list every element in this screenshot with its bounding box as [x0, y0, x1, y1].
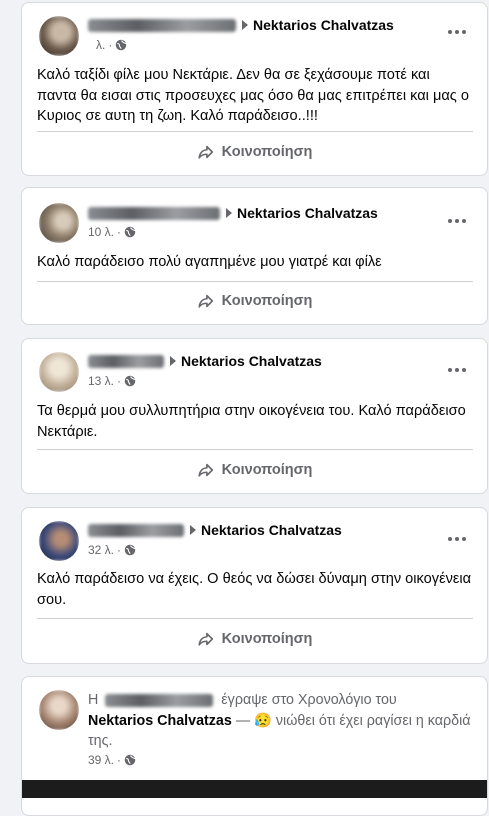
post-card: Nektarios Chalvatzas 13 λ. · Τα θερμά μο…: [21, 338, 488, 494]
timestamp-link[interactable]: 13 λ.: [88, 374, 114, 388]
share-label: Κοινοποίηση: [221, 462, 313, 478]
avatar[interactable]: [39, 352, 79, 392]
triangle-arrow-icon: [170, 356, 176, 366]
post-text: Τα θερμά μου συλλυπητήρια στην οικογένει…: [37, 403, 466, 440]
share-button[interactable]: Κοινοποίηση: [22, 143, 487, 161]
author-name-blurred[interactable]: [88, 523, 184, 537]
post-text: Καλό παράδεισο πολύ αγαπημένε μου γιατρέ…: [37, 254, 382, 270]
target-name-link[interactable]: Nektarios Chalvatzas: [253, 17, 394, 33]
triangle-arrow-icon: [190, 525, 196, 535]
share-button[interactable]: Κοινοποίηση: [22, 292, 487, 310]
triangle-arrow-icon: [242, 20, 248, 30]
avatar[interactable]: [39, 16, 79, 56]
avatar[interactable]: [39, 521, 79, 561]
target-name-link[interactable]: Nektarios Chalvatzas: [237, 205, 378, 221]
post-text: Καλό παράδεισο να έχεις. Ο θεός να δώσει…: [37, 571, 472, 608]
target-name-link[interactable]: Nektarios Chalvatzas: [181, 353, 322, 369]
timestamp-link[interactable]: 32 λ.: [88, 543, 114, 557]
more-options-button[interactable]: [448, 368, 466, 372]
globe-icon: [116, 39, 127, 51]
author-name-blurred[interactable]: [88, 206, 220, 220]
timestamp-link[interactable]: 10 λ.: [88, 225, 114, 239]
share-icon: [198, 294, 213, 308]
share-icon: [198, 632, 213, 646]
globe-icon: [124, 754, 136, 766]
more-options-button[interactable]: [448, 219, 466, 223]
target-name-link[interactable]: Nektarios Chalvatzas: [88, 713, 232, 729]
globe-icon: [124, 226, 136, 238]
post-header-text: Η έγραψε στο Χρονολόγιο του Nektarios Ch…: [88, 692, 471, 749]
divider: [37, 449, 473, 450]
more-options-button[interactable]: [448, 30, 466, 34]
author-name-blurred[interactable]: [88, 18, 236, 32]
timestamp-link[interactable]: 39 λ.: [88, 753, 114, 767]
timestamp-link[interactable]: λ.: [96, 38, 105, 52]
post-card: Nektarios Chalvatzas λ. · Καλό ταξίδι φί…: [21, 2, 488, 176]
divider: [37, 618, 473, 619]
globe-icon: [124, 544, 136, 556]
divider: [37, 131, 473, 132]
triangle-arrow-icon: [226, 208, 232, 218]
share-icon: [198, 463, 213, 477]
share-icon: [198, 145, 213, 159]
author-name-blurred[interactable]: [88, 354, 164, 368]
avatar[interactable]: [39, 203, 79, 243]
more-options-button[interactable]: [448, 537, 466, 541]
target-name-link[interactable]: Nektarios Chalvatzas: [201, 522, 342, 538]
author-name-blurred[interactable]: [105, 693, 214, 707]
share-button[interactable]: Κοινοποίηση: [22, 630, 487, 648]
feeling-emoji: 😥: [254, 712, 272, 729]
share-label: Κοινοποίηση: [221, 144, 313, 160]
globe-icon: [124, 375, 136, 387]
post-card: Nektarios Chalvatzas 10 λ. · Καλό παράδε…: [21, 187, 488, 325]
post-image[interactable]: [22, 780, 487, 798]
share-label: Κοινοποίηση: [221, 293, 313, 309]
share-button[interactable]: Κοινοποίηση: [22, 461, 487, 479]
share-label: Κοινοποίηση: [221, 631, 313, 647]
divider: [37, 281, 473, 282]
post-text: Καλό ταξίδι φίλε μου Νεκτάριε. Δεν θα σε…: [37, 67, 470, 124]
post-card: Nektarios Chalvatzas 32 λ. · Καλό παράδε…: [21, 507, 488, 664]
avatar[interactable]: [39, 690, 79, 730]
